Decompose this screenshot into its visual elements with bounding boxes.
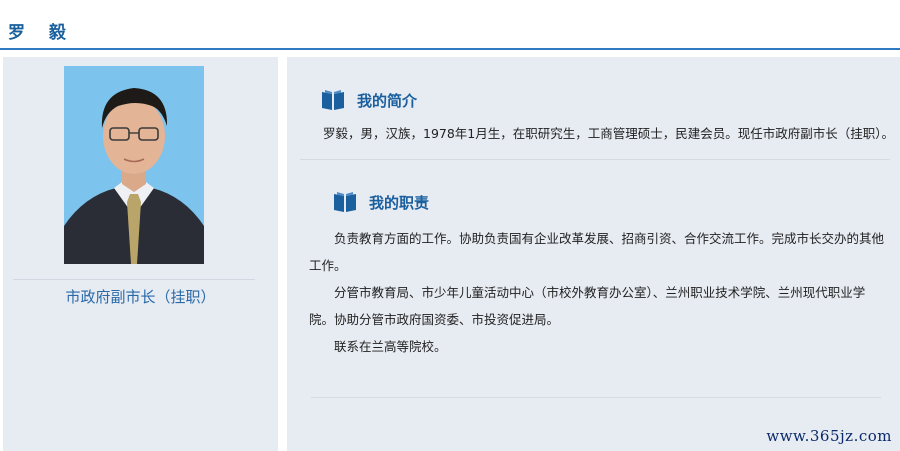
divider	[311, 397, 881, 398]
page-title: 罗 毅	[8, 23, 75, 43]
duty-paragraph: 负责教育方面的工作。协助负责国有企业改革发展、招商引资、合作交流工作。完成市长交…	[309, 231, 885, 273]
details-panel: 我的简介 罗毅，男，汉族，1978年1月生，在职研究生，工商管理硕士，民建会员。…	[287, 57, 900, 451]
profile-panel: 市政府副市长（挂职）	[3, 57, 278, 451]
duty-paragraph: 联系在兰高等院校。	[334, 339, 447, 354]
book-icon	[321, 89, 345, 111]
page-header: 罗 毅	[0, 0, 900, 50]
portrait-photo	[64, 66, 204, 264]
duty-text: 负责教育方面的工作。协助负责国有企业改革发展、招商引资、合作交流工作。完成市长交…	[309, 225, 885, 360]
divider	[13, 279, 255, 280]
intro-text: 罗毅，男，汉族，1978年1月生，在职研究生，工商管理硕士，民建会员。现任市政府…	[323, 126, 895, 141]
intro-title: 我的简介	[357, 91, 418, 110]
divider	[300, 159, 890, 160]
intro-section-header: 我的简介	[321, 89, 417, 111]
duty-section-header: 我的职责	[333, 191, 429, 213]
duty-title: 我的职责	[369, 193, 430, 212]
book-icon	[333, 191, 357, 213]
duty-paragraph: 分管市教育局、市少年儿童活动中心（市校外教育办公室）、兰州职业技术学院、兰州现代…	[309, 285, 866, 327]
position-title: 市政府副市长（挂职）	[65, 288, 216, 306]
watermark: www.365jz.com	[766, 427, 892, 445]
